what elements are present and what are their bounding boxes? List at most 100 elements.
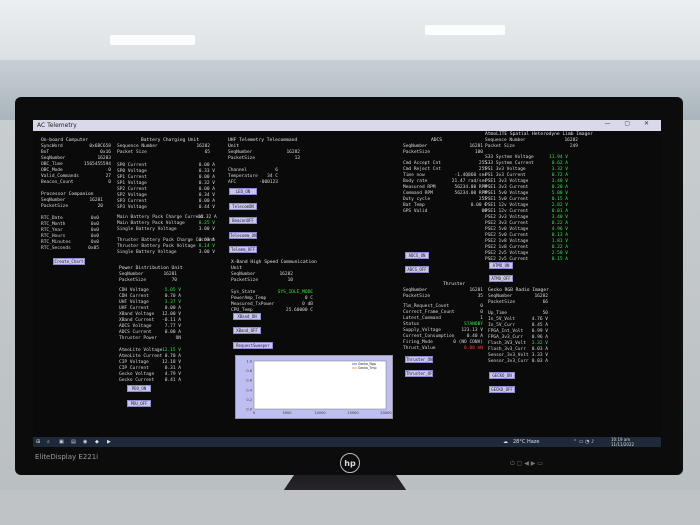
xband-panel: X-Band High Speed Communication Unit Seq… [231,260,326,314]
telemetry-label: PacketSize [228,156,256,161]
telemetry-label: Thruster Power [119,336,157,341]
telemetry-label: Packet Size [117,150,147,155]
telemetry-row: Single Battery Voltage 3.00 V [117,250,217,256]
telemetry-value: -000123 [259,180,278,185]
gecko-on-button[interactable]: GECKO_ON [489,372,515,379]
x-tick-label: 10000 [314,411,325,415]
beacon-off-button[interactable]: BeaconOFF [229,217,257,224]
telemetry-row: Sensor_3v3_Curr 0.03 A [488,359,553,365]
telemetry-value: 70 [171,278,177,283]
gecko-off-button[interactable]: GECKO_OFF [489,386,515,393]
weather-text[interactable]: 28°C Haze [513,438,539,446]
xband-on-button[interactable]: XBand_ON [233,313,261,320]
windows-start-icon[interactable]: ⊞ [36,438,40,446]
telemetry-row: SP3 Voltage 0.44 V [117,205,217,211]
telemetry-row: RTC_Seconds 0x05 [41,246,116,252]
adcs-panel: ADCS SeqNumber 16281 PacketSize 100 Cmd Acc… [403,138,498,215]
telemetry-value: 10 [287,278,293,283]
hp-logo: hp [340,453,360,473]
pdu-off-button[interactable]: PDU_OFF [127,400,151,407]
x-tick-label: 0 [253,411,255,415]
telecomm-on-button[interactable]: Telecomm_ON [229,232,257,239]
telemetry-label: PacketSize [488,300,516,305]
telemetry-row: Beacon_Count 0 [41,180,116,186]
telemetry-value: 0.00 mN [464,346,483,351]
telemetry-value: 66 [542,300,548,305]
telemetry-value: 0 [108,180,111,185]
telemetry-label: SP3 Voltage [117,205,147,210]
clock-date: 11/11/2022 [611,442,635,447]
search-icon[interactable]: ⌕ [47,438,50,446]
uhf-panel: UHF Telemetry Telecommand Unit SeqNumber… [228,138,308,186]
create-chart-button[interactable]: Create_Chart [53,258,85,265]
telemetry-value: 0x05 [88,246,99,251]
desk [0,490,700,525]
telemetry-label: Thrust_Value [403,346,436,351]
telemetry-value: 35 [477,294,483,299]
telemetry-label: Beacon_Count [41,180,74,185]
atmo-off-button[interactable]: ATMO_OFF [489,275,513,282]
uhf-title: UHF Telemetry Telecommand Unit [228,138,298,149]
weather-icon: ☁ [503,439,508,445]
telemetry-row: PacketSize 70 [119,278,185,284]
telemetry-value: 13 [294,156,300,161]
telemetry-label: Packet Size [485,144,515,149]
tray-icons[interactable]: ⌃ ▭ ◔ ♪ [573,438,594,446]
telemetry-value: 00 [481,209,487,214]
telemetry-value: ON [175,336,181,341]
file-explorer-icon[interactable]: ▤ [71,438,76,446]
ceiling-light [425,25,505,35]
window-controls[interactable]: — ▢ ✕ [604,120,655,127]
thruster-off-button[interactable]: Thruster_OFF [405,370,435,377]
task-view-icon[interactable]: ▣ [59,438,64,446]
request-sweeper-button[interactable]: RequestSweeper [233,342,273,349]
app-icon[interactable]: ▶ [107,438,111,446]
adcs-off-button[interactable]: ADCS_OFF [405,266,429,273]
gecko-panel: Gecko RGB Radio Imager SeqNumber 16282 Pac… [488,288,553,365]
chart-svg: 0.0 0.2 0.4 0.6 0.8 1.0 0 5000 10000 15000 20000 Ge… [246,360,391,416]
y-tick-label: 0.4 [246,388,252,392]
xband-title: X-Band High Speed Communication Unit [231,260,317,271]
telemetry-row: GPS Valid 00 [403,209,498,215]
battery-panel: Battery Charging Unit Sequence Number 162… [117,138,217,256]
y-tick-label: 0.6 [246,379,252,383]
telemetry-value: 0.15 A [551,257,568,262]
app-icon[interactable]: ◆ [95,438,99,446]
telecom-on-button[interactable]: TelecomON [229,203,257,210]
telemetry-label: Single Battery Voltage [117,227,177,232]
xband-off-button[interactable]: XBand_OFF [233,327,261,334]
atmolite-panel: AtmoLITE Spatial Heterodyne Limb Imager … [485,132,605,263]
telemetry-label: RTC_Seconds [41,246,71,251]
y-tick-label: 0.2 [246,398,252,402]
telemetry-row: PacketSize 66 [488,300,553,306]
thruster-on-button[interactable]: Thruster_ON [405,356,433,363]
ceiling-light [110,35,195,45]
telemetry-value: 3.00 V [198,250,215,255]
pdu-on-button[interactable]: PDU_ON [127,385,151,392]
adcs-on-button[interactable]: ADCS_ON [405,252,429,259]
x-tick-label: 20000 [380,411,391,415]
telemetry-row: Packet Size 65 [117,150,217,156]
y-tick-label: 0.8 [246,369,252,373]
thruster-panel: Thruster SeqNumber 16281 PacketSize 35 Tlm_… [403,282,498,352]
clock[interactable]: 10:19 am 11/11/2022 [611,437,635,447]
telemetry-value: 0.44 V [198,205,215,210]
atmo-on-button[interactable]: ATMO_ON [489,262,513,269]
led-on-button[interactable]: LED_ON [229,188,257,195]
monitor-buttons: ⏻ ▢ ◀ ▶ ▭ [510,460,543,467]
telemetry-label: PacketSize [41,204,69,209]
telemm-off-button[interactable]: Telemm_OFF [229,246,257,253]
telemetry-value: 20 [97,204,103,209]
telemetry-row: AFC -000123 [228,180,308,186]
onboard-panel: On-board Computer SyncWord 0x6BC658 BoT 0x1… [41,138,116,252]
legend-entry: Gecko_Tmp [358,366,377,370]
telemetry-label: Sensor_3v3_Curr [488,359,529,364]
telemetry-label: Gecko Current [119,378,155,383]
telemetry-row: Thruster Power ON [119,336,185,342]
window-title: AC Telemetry [37,122,77,129]
taskbar: ⊞ ⌕ ▣ ▤ ◉ ◆ ▶ ☁ 28°C Haze ⌃ ▭ ◔ ♪ 10:19 … [33,437,661,447]
x-tick-label: 15000 [347,411,358,415]
browser-icon[interactable]: ◉ [83,438,87,446]
telemetry-label: Single Battery Voltage [117,250,177,255]
telemetry-value: 65 [204,150,210,155]
